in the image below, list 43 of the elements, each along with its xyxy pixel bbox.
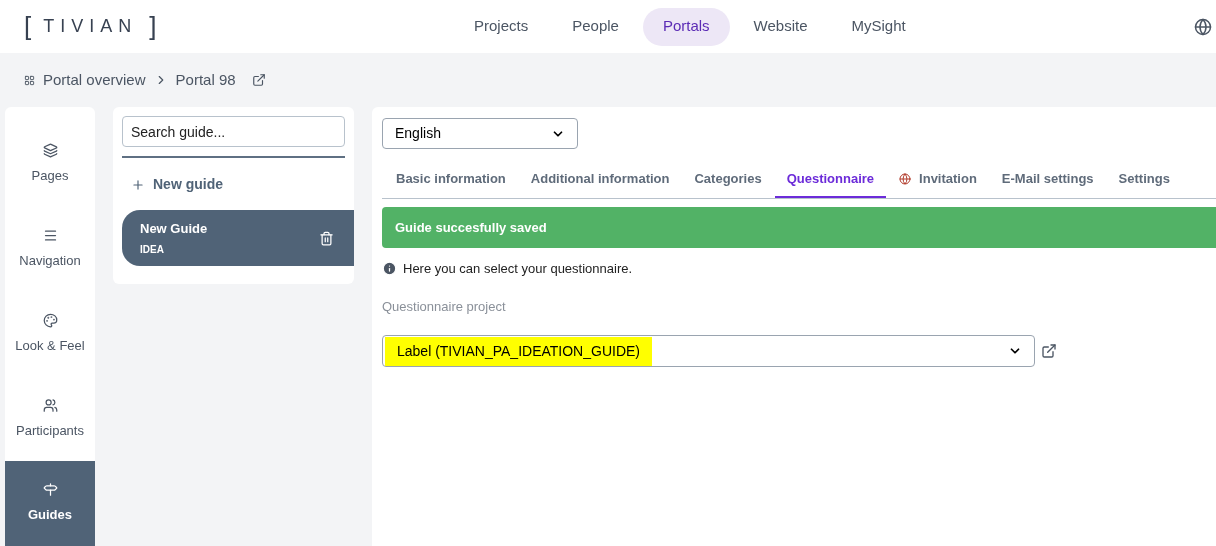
layers-icon xyxy=(42,143,58,159)
nav-tab[interactable]: Portals xyxy=(642,7,730,46)
signpost-icon xyxy=(42,482,58,498)
tab[interactable]: Additional information xyxy=(518,161,682,198)
sidebar-item[interactable]: Look & Feel xyxy=(5,291,95,377)
sidebar-item[interactable]: Navigation xyxy=(5,206,95,292)
plus-icon xyxy=(131,177,145,192)
sidebar-item[interactable]: Guides xyxy=(5,461,95,546)
tab[interactable]: Categories xyxy=(682,161,774,198)
nav-tab[interactable]: Website xyxy=(733,7,828,46)
language-select[interactable]: English xyxy=(382,118,578,149)
success-alert: Guide succesfully saved xyxy=(382,207,1216,248)
palette-icon xyxy=(42,312,58,328)
nav-tab[interactable]: People xyxy=(552,7,639,46)
sidebar-item[interactable]: Participants xyxy=(5,376,95,462)
people-icon xyxy=(42,397,58,413)
nav-tab[interactable]: MySight xyxy=(831,7,926,46)
info-text: Here you can select your questionnaire. xyxy=(403,260,633,278)
new-guide-button[interactable]: New guide xyxy=(131,174,223,195)
tab[interactable]: Invitation xyxy=(887,161,989,198)
tab[interactable]: Basic information xyxy=(384,161,518,198)
nav-tab[interactable]: Projects xyxy=(454,7,549,46)
sidebar-item[interactable]: Pages xyxy=(5,122,95,207)
external-link-icon[interactable] xyxy=(1041,343,1057,359)
search-field[interactable]: Search guide... xyxy=(122,116,345,147)
breadcrumb-current: Portal 98 xyxy=(175,69,236,90)
delete-icon[interactable] xyxy=(319,230,334,246)
questionnaire-select[interactable]: Label (TIVIAN_PA_IDEATION_GUIDE) xyxy=(382,335,1035,367)
breadcrumb-link[interactable]: Portal overview xyxy=(43,68,146,92)
tab[interactable]: Questionnaire xyxy=(774,161,887,198)
info-icon xyxy=(382,261,397,277)
globe-icon[interactable] xyxy=(1194,17,1212,36)
tab[interactable]: Settings xyxy=(1106,161,1182,198)
guide-item[interactable]: New Guide IDEA xyxy=(122,210,354,266)
menu-icon xyxy=(42,227,58,243)
external-link-icon[interactable] xyxy=(251,73,266,87)
guide-title: New Guide xyxy=(140,219,208,238)
globe-icon xyxy=(899,172,912,185)
field-label: Questionnaire project xyxy=(382,297,507,316)
tab[interactable]: E-Mail settings xyxy=(989,161,1106,198)
logo: [ TIVIAN ] xyxy=(24,10,158,43)
grid-icon xyxy=(24,74,35,86)
guide-type: IDEA xyxy=(140,243,165,258)
